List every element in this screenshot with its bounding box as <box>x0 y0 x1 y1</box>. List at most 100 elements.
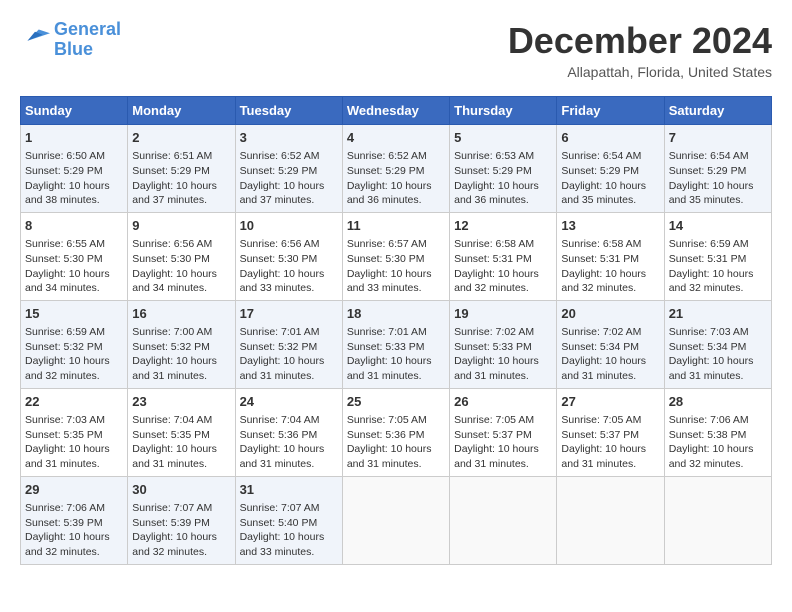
day-info: Daylight: 10 hours <box>561 179 659 194</box>
day-info: Sunrise: 7:03 AM <box>25 413 123 428</box>
day-info: and 32 minutes. <box>25 545 123 560</box>
day-info: Sunrise: 7:06 AM <box>25 501 123 516</box>
calendar-cell: 17Sunrise: 7:01 AMSunset: 5:32 PMDayligh… <box>235 300 342 388</box>
day-info: Sunrise: 6:58 AM <box>561 237 659 252</box>
day-info: Sunrise: 6:54 AM <box>669 149 767 164</box>
day-info: Sunrise: 7:06 AM <box>669 413 767 428</box>
calendar-cell: 16Sunrise: 7:00 AMSunset: 5:32 PMDayligh… <box>128 300 235 388</box>
day-info: Sunset: 5:37 PM <box>561 428 659 443</box>
day-number: 4 <box>347 129 445 147</box>
day-number: 27 <box>561 393 659 411</box>
day-info: and 35 minutes. <box>561 193 659 208</box>
day-info: Daylight: 10 hours <box>454 179 552 194</box>
day-info: Sunset: 5:30 PM <box>240 252 338 267</box>
day-info: Sunset: 5:36 PM <box>240 428 338 443</box>
calendar-week-row: 8Sunrise: 6:55 AMSunset: 5:30 PMDaylight… <box>21 212 772 300</box>
day-info: Daylight: 10 hours <box>561 267 659 282</box>
day-number: 12 <box>454 217 552 235</box>
day-info: Daylight: 10 hours <box>25 530 123 545</box>
day-number: 20 <box>561 305 659 323</box>
day-info: Sunset: 5:29 PM <box>25 164 123 179</box>
day-info: Daylight: 10 hours <box>669 354 767 369</box>
day-info: and 32 minutes. <box>561 281 659 296</box>
calendar-cell: 11Sunrise: 6:57 AMSunset: 5:30 PMDayligh… <box>342 212 449 300</box>
day-info: and 31 minutes. <box>454 369 552 384</box>
day-info: Daylight: 10 hours <box>25 179 123 194</box>
day-number: 24 <box>240 393 338 411</box>
calendar-cell: 20Sunrise: 7:02 AMSunset: 5:34 PMDayligh… <box>557 300 664 388</box>
day-info: Sunset: 5:39 PM <box>25 516 123 531</box>
calendar-cell: 19Sunrise: 7:02 AMSunset: 5:33 PMDayligh… <box>450 300 557 388</box>
calendar-cell: 7Sunrise: 6:54 AMSunset: 5:29 PMDaylight… <box>664 125 771 213</box>
calendar-cell: 9Sunrise: 6:56 AMSunset: 5:30 PMDaylight… <box>128 212 235 300</box>
day-info: Sunrise: 6:59 AM <box>25 325 123 340</box>
day-number: 11 <box>347 217 445 235</box>
day-number: 10 <box>240 217 338 235</box>
calendar-cell: 23Sunrise: 7:04 AMSunset: 5:35 PMDayligh… <box>128 388 235 476</box>
day-info: and 33 minutes. <box>240 545 338 560</box>
calendar-cell <box>557 476 664 564</box>
col-saturday: Saturday <box>664 97 771 125</box>
calendar-cell: 21Sunrise: 7:03 AMSunset: 5:34 PMDayligh… <box>664 300 771 388</box>
day-info: Sunset: 5:29 PM <box>240 164 338 179</box>
day-number: 7 <box>669 129 767 147</box>
col-sunday: Sunday <box>21 97 128 125</box>
day-number: 15 <box>25 305 123 323</box>
day-info: Daylight: 10 hours <box>669 267 767 282</box>
day-info: Sunrise: 7:02 AM <box>454 325 552 340</box>
day-info: Daylight: 10 hours <box>132 442 230 457</box>
day-info: Daylight: 10 hours <box>25 354 123 369</box>
day-info: Sunrise: 7:01 AM <box>240 325 338 340</box>
day-number: 14 <box>669 217 767 235</box>
day-info: and 33 minutes. <box>347 281 445 296</box>
day-info: Daylight: 10 hours <box>240 267 338 282</box>
day-info: Sunset: 5:31 PM <box>561 252 659 267</box>
day-info: and 36 minutes. <box>347 193 445 208</box>
day-info: and 31 minutes. <box>454 457 552 472</box>
calendar-cell: 13Sunrise: 6:58 AMSunset: 5:31 PMDayligh… <box>557 212 664 300</box>
calendar-cell: 10 Sunrise: 6:56 AMSunset: 5:30 PMDayligh… <box>235 212 342 300</box>
title-block: December 2024 Allapattah, Florida, Unite… <box>508 20 772 80</box>
day-info: Sunrise: 6:53 AM <box>454 149 552 164</box>
calendar-cell: 25Sunrise: 7:05 AMSunset: 5:36 PMDayligh… <box>342 388 449 476</box>
calendar-cell: 22Sunrise: 7:03 AMSunset: 5:35 PMDayligh… <box>21 388 128 476</box>
day-info: Sunset: 5:35 PM <box>132 428 230 443</box>
day-info: Sunset: 5:32 PM <box>240 340 338 355</box>
calendar-cell: 8Sunrise: 6:55 AMSunset: 5:30 PMDaylight… <box>21 212 128 300</box>
calendar-week-row: 22Sunrise: 7:03 AMSunset: 5:35 PMDayligh… <box>21 388 772 476</box>
calendar-cell: 27Sunrise: 7:05 AMSunset: 5:37 PMDayligh… <box>557 388 664 476</box>
day-info: and 35 minutes. <box>669 193 767 208</box>
month-title: December 2024 <box>508 20 772 62</box>
logo-icon <box>20 25 50 49</box>
day-info: Sunrise: 6:56 AM <box>240 237 338 252</box>
day-info: Daylight: 10 hours <box>347 354 445 369</box>
day-info: and 32 minutes. <box>132 545 230 560</box>
day-info: and 33 minutes. <box>240 281 338 296</box>
day-number: 28 <box>669 393 767 411</box>
day-info: and 36 minutes. <box>454 193 552 208</box>
day-number: 30 <box>132 481 230 499</box>
day-info: Sunrise: 7:04 AM <box>240 413 338 428</box>
day-number: 18 <box>347 305 445 323</box>
day-info: Sunset: 5:31 PM <box>669 252 767 267</box>
logo: General Blue <box>20 20 121 60</box>
day-info: Sunrise: 6:56 AM <box>132 237 230 252</box>
day-info: Sunset: 5:36 PM <box>347 428 445 443</box>
day-info: Daylight: 10 hours <box>132 267 230 282</box>
calendar-cell: 1Sunrise: 6:50 AMSunset: 5:29 PMDaylight… <box>21 125 128 213</box>
day-info: Sunrise: 6:52 AM <box>240 149 338 164</box>
calendar-week-row: 1Sunrise: 6:50 AMSunset: 5:29 PMDaylight… <box>21 125 772 213</box>
day-number: 5 <box>454 129 552 147</box>
calendar-header-row: Sunday Monday Tuesday Wednesday Thursday… <box>21 97 772 125</box>
day-info: Sunrise: 7:05 AM <box>347 413 445 428</box>
day-info: and 32 minutes. <box>669 457 767 472</box>
day-number: 21 <box>669 305 767 323</box>
day-info: Daylight: 10 hours <box>240 354 338 369</box>
day-info: Sunset: 5:34 PM <box>669 340 767 355</box>
day-number: 1 <box>25 129 123 147</box>
day-number: 29 <box>25 481 123 499</box>
day-number: 16 <box>132 305 230 323</box>
day-info: Sunrise: 6:57 AM <box>347 237 445 252</box>
day-info: Daylight: 10 hours <box>132 179 230 194</box>
col-thursday: Thursday <box>450 97 557 125</box>
